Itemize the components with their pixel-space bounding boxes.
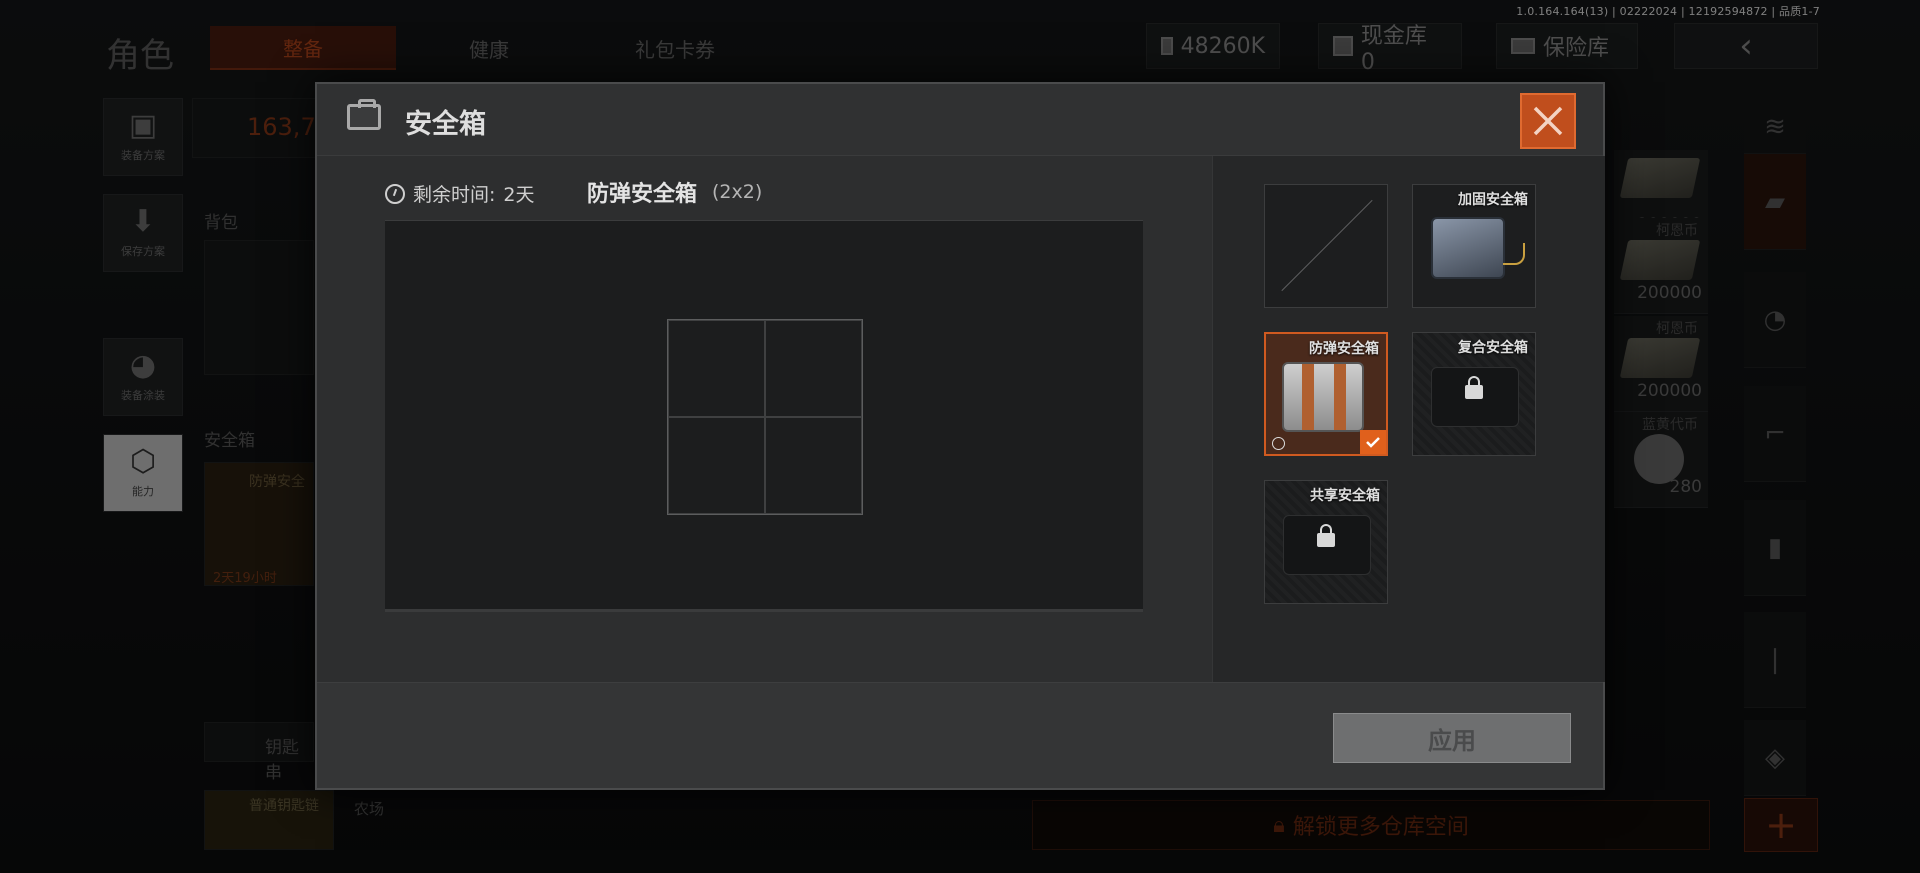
safe-contents-pane: 剩余时间: 2天 防弹安全箱 (2x2) [317, 156, 1212, 682]
remaining-time: 剩余时间: 2天 [385, 180, 535, 207]
selected-check-icon [1360, 430, 1386, 454]
selected-box-size: (2x2) [712, 181, 763, 203]
lock-icon [1317, 524, 1335, 547]
close-icon [1533, 106, 1563, 136]
storage-grid-area [385, 220, 1143, 612]
dialog-footer: 应用 [317, 682, 1603, 788]
safe-option-name: 共享安全箱 [1310, 488, 1380, 504]
remaining-time-label: 剩余时间: [413, 184, 496, 206]
briefcase-icon [347, 99, 381, 130]
empty-slot-slash [1281, 199, 1373, 292]
safe-option-name: 复合安全箱 [1458, 340, 1528, 356]
grid-cell[interactable] [765, 417, 862, 514]
safe-options-pane: 加固安全箱 防弹安全箱 复合安全箱 共享安全箱 [1212, 156, 1605, 682]
dialog-title: 安全箱 [405, 109, 486, 140]
close-button[interactable] [1520, 93, 1576, 149]
safe-option-name: 加固安全箱 [1458, 192, 1528, 208]
lock-icon [1465, 376, 1483, 399]
dialog-header: 安全箱 [317, 84, 1603, 156]
safe-box-dialog: 安全箱 剩余时间: 2天 防弹安全箱 (2x2) 加固安全箱 防弹安全箱 复合安… [315, 82, 1605, 790]
grid-cell[interactable] [668, 417, 765, 514]
grid-cell[interactable] [668, 320, 765, 417]
safe-option-bulletproof[interactable]: 防弹安全箱 [1264, 332, 1388, 456]
safe-option-empty[interactable] [1264, 184, 1388, 308]
safe-option-name: 防弹安全箱 [1309, 341, 1379, 357]
case-strap-icon [1503, 243, 1525, 265]
grid-cell[interactable] [765, 320, 862, 417]
safe-option-reinforced[interactable]: 加固安全箱 [1412, 184, 1536, 308]
reinforced-case-icon [1431, 217, 1505, 279]
case-band [1302, 364, 1314, 430]
bulletproof-case-icon [1282, 362, 1364, 432]
selected-box-name: 防弹安全箱 [587, 182, 698, 207]
apply-button[interactable]: 应用 [1333, 713, 1571, 763]
safe-option-shared[interactable]: 共享安全箱 [1264, 480, 1388, 604]
remaining-time-value: 2天 [503, 184, 535, 206]
case-band [1334, 364, 1346, 430]
clock-icon [385, 183, 405, 204]
timer-clock-icon [1272, 437, 1285, 450]
storage-grid [667, 319, 863, 515]
safe-option-composite[interactable]: 复合安全箱 [1412, 332, 1536, 456]
